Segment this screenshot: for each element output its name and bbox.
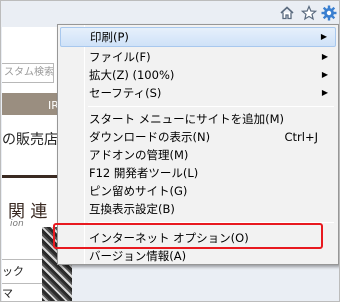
menu-item-manage-addons[interactable]: アドオンの管理(M): [60, 145, 336, 165]
submenu-arrow-icon: ▶: [321, 70, 328, 79]
site-search-input[interactable]: スタム検索: [2, 63, 54, 83]
menu-separator: [88, 106, 334, 107]
menu-item-add-site-to-start-menu[interactable]: スタート メニューにサイトを追加(M): [60, 109, 336, 129]
browser-window: スタム検索 IR 情 の販売店 関 連 ion ック マ 印刷(P) ▶ ファイ…: [0, 0, 340, 302]
menu-item-file[interactable]: ファイル(F) ▶: [60, 47, 336, 67]
menu-item-pinned-sites[interactable]: ピン留めサイト(G): [60, 181, 336, 201]
submenu-arrow-icon: ▶: [321, 52, 328, 61]
section-link[interactable]: マ: [2, 283, 42, 301]
menu-item-label: ピン留めサイト(G): [89, 184, 188, 198]
menu-item-label: アドオンの管理(M): [89, 148, 189, 162]
menu-item-label: ファイル(F): [89, 50, 151, 64]
menu-item-label: バージョン情報(A): [89, 249, 187, 263]
section-link[interactable]: ック: [2, 259, 42, 283]
highlight-callout-box: [53, 223, 323, 249]
menu-item-print[interactable]: 印刷(P) ▶: [60, 27, 336, 47]
menu-item-shortcut: Ctrl+J: [284, 130, 319, 144]
submenu-arrow-icon: ▶: [321, 88, 328, 97]
star-icon[interactable]: [301, 5, 317, 25]
home-icon[interactable]: [279, 5, 295, 25]
gear-icon[interactable]: [321, 5, 337, 25]
menu-item-f12-developer-tools[interactable]: F12 開発者ツール(L): [60, 163, 336, 183]
page-heading: の販売店: [2, 132, 58, 148]
menu-item-label: F12 開発者ツール(L): [89, 166, 199, 180]
section-subtitle: ion: [10, 219, 24, 229]
menu-item-label: 拡大(Z) (100%): [89, 68, 175, 82]
menu-item-compatibility-view-settings[interactable]: 互換表示設定(B): [60, 199, 336, 219]
menu-item-about[interactable]: バージョン情報(A): [60, 246, 336, 266]
menu-item-safety[interactable]: セーフティ(S) ▶: [60, 83, 336, 103]
menu-item-label: 互換表示設定(B): [89, 202, 175, 216]
menu-item-label: スタート メニューにサイトを追加(M): [89, 112, 285, 126]
menu-item-view-downloads[interactable]: ダウンロードの表示(N) Ctrl+J: [60, 127, 336, 147]
menu-item-label: 印刷(P): [90, 30, 129, 44]
menu-item-label: ダウンロードの表示(N): [89, 130, 211, 144]
menu-item-label: セーフティ(S): [89, 86, 162, 100]
menu-item-zoom[interactable]: 拡大(Z) (100%) ▶: [60, 65, 336, 85]
submenu-arrow-icon: ▶: [320, 32, 327, 41]
